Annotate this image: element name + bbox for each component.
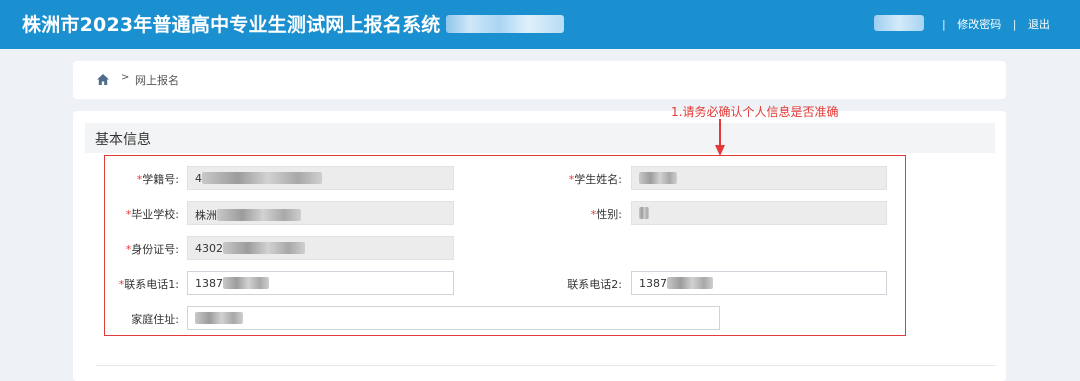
phone1-label: *联系电话1: [118,278,179,291]
arrow-down-icon [715,119,725,156]
redacted-username [874,15,924,31]
breadcrumb: > 网上报名 [73,61,1006,99]
phone1-input[interactable]: 1387 [187,271,454,295]
header-separator: | [942,18,946,31]
annotation-text: 1.请务必确认个人信息是否准确 [671,105,839,119]
address-input[interactable] [187,306,720,330]
gender-field [631,201,887,225]
logout-link[interactable]: 退出 [1028,18,1050,31]
phone2-input[interactable]: 1387 [631,271,887,295]
top-header: 株洲市2023年普通高中专业生测试网上报名系统 | 修改密码 | 退出 [0,0,1080,49]
header-links: | 修改密码 | 退出 [934,16,1050,32]
home-icon[interactable] [97,74,109,85]
student-id-label: *学籍号: [136,173,179,186]
school-field: 株洲 [187,201,454,225]
breadcrumb-current: 网上报名 [135,74,179,87]
redacted-title-area [446,15,564,33]
student-id-field: 4 [187,166,454,190]
header-separator: | [1012,18,1017,31]
phone2-label: 联系电话2: [567,278,622,291]
section-title: 基本信息 [95,132,151,148]
id-number-label: *身份证号: [125,243,179,256]
breadcrumb-separator: > [121,72,130,83]
address-label: 家庭住址: [131,313,179,326]
student-name-field [631,166,887,190]
section-header: 基本信息 [85,123,995,153]
id-number-field: 4302 [187,236,454,260]
student-name-label: *学生姓名: [568,173,622,186]
app-title: 株洲市2023年普通高中专业生测试网上报名系统 [22,14,441,36]
change-password-link[interactable]: 修改密码 [957,18,1001,31]
gender-label: *性别: [590,208,622,221]
school-label: *毕业学校: [125,208,179,221]
